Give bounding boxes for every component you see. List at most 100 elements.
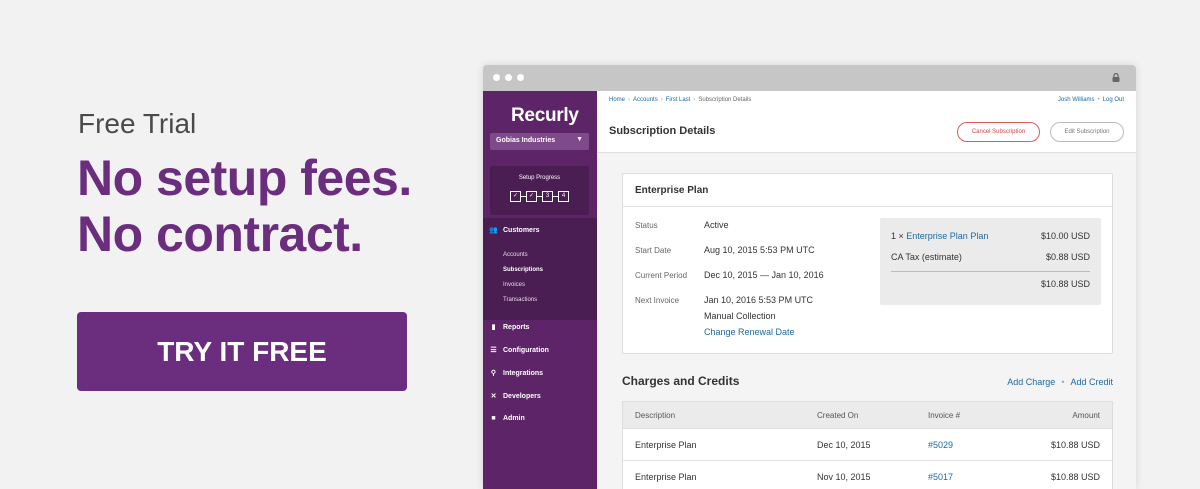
tools-icon: ✕ bbox=[490, 393, 497, 400]
column-header: Invoice # bbox=[928, 411, 961, 420]
charges-title: Charges and Credits bbox=[622, 374, 740, 388]
collection-method: Manual Collection bbox=[704, 311, 776, 321]
top-bar: Home › Accounts › First Last › Subscription De… bbox=[597, 91, 1136, 153]
setup-progress-label: Setup Progress bbox=[518, 175, 561, 181]
cell-description: Enterprise Plan bbox=[635, 440, 697, 450]
summary-row-plan: 1 × Enterprise Plan Plan $10.00 USD bbox=[891, 231, 1090, 241]
subscription-card: Enterprise Plan Status Active Start Date… bbox=[622, 173, 1113, 354]
breadcrumb-current: Subscription Details bbox=[698, 97, 752, 103]
promo-kicker: Free Trial bbox=[78, 108, 197, 139]
breadcrumb-account[interactable]: First Last bbox=[666, 97, 691, 103]
plan-title: Enterprise Plan bbox=[635, 185, 709, 196]
breadcrumb-accounts[interactable]: Accounts bbox=[633, 97, 658, 103]
add-credit-link[interactable]: Add Credit bbox=[1070, 377, 1113, 387]
sidebar-sub-accounts[interactable]: Accounts bbox=[503, 252, 528, 258]
user-menu: Josh Williams • Log Out bbox=[1057, 97, 1124, 103]
sidebar-sub-transactions[interactable]: Transactions bbox=[503, 297, 537, 303]
summary-row-tax: CA Tax (estimate) $0.88 USD bbox=[891, 252, 1090, 262]
window-dot-icon bbox=[505, 74, 512, 81]
status-value: Active bbox=[704, 220, 729, 230]
cell-description: Enterprise Plan bbox=[635, 472, 697, 482]
sidebar-item-label: Customers bbox=[503, 226, 540, 234]
summary-tax-amount: $0.88 USD bbox=[1045, 252, 1090, 262]
summary-qty: 1 × bbox=[891, 231, 904, 241]
user-name-link[interactable]: Josh Williams bbox=[1058, 97, 1095, 103]
breadcrumb-home[interactable]: Home bbox=[609, 97, 625, 103]
sidebar-item-label: Admin bbox=[503, 415, 525, 422]
sidebar-sub-subscriptions[interactable]: Subscriptions bbox=[503, 267, 543, 273]
summary-row-total: $10.88 USD bbox=[891, 279, 1090, 289]
summary-divider bbox=[891, 271, 1090, 272]
add-charge-link[interactable]: Add Charge bbox=[1007, 377, 1055, 387]
lock-icon: ■ bbox=[491, 415, 496, 422]
users-icon: 👥 bbox=[489, 227, 498, 234]
current-period-value: Dec 10, 2015 — Jan 10, 2016 bbox=[704, 270, 824, 280]
cancel-subscription-button[interactable]: Cancel Subscription bbox=[957, 122, 1040, 142]
main-content: Home › Accounts › First Last › Subscription De… bbox=[597, 91, 1136, 489]
page-title: Subscription Details bbox=[609, 125, 716, 137]
change-renewal-date-link[interactable]: Change Renewal Date bbox=[704, 327, 795, 337]
sidebar-item-developers[interactable]: ✕ Developers bbox=[489, 392, 541, 401]
sidebar-item-label: Reports bbox=[503, 323, 530, 331]
browser-window: Recurly Gobias Industries ▼ Setup Progre… bbox=[483, 65, 1136, 489]
cell-amount: $10.88 USD bbox=[1050, 440, 1100, 450]
bar-chart-icon: ▮ bbox=[491, 324, 496, 331]
sidebar-item-label: Developers bbox=[503, 392, 541, 400]
sidebar-item-label: Integrations bbox=[503, 369, 544, 377]
headline-line-1: No setup fees. bbox=[77, 150, 412, 206]
column-header: Created On bbox=[817, 411, 859, 420]
setup-step-1: ✓ bbox=[510, 191, 521, 202]
chevron-down-icon: ▼ bbox=[576, 136, 583, 143]
logout-link[interactable]: Log Out bbox=[1103, 97, 1124, 103]
invoice-link[interactable]: #5017 bbox=[928, 472, 953, 482]
divider bbox=[623, 206, 1112, 207]
charges-actions: Add Charge • Add Credit bbox=[1007, 377, 1113, 387]
sidebar: Recurly Gobias Industries ▼ Setup Progre… bbox=[483, 91, 597, 489]
setup-step-4: 4 bbox=[558, 191, 569, 202]
cell-amount: $10.88 USD bbox=[1050, 472, 1100, 482]
next-invoice-label: Next Invoice bbox=[635, 296, 680, 305]
charges-table: Description Created On Invoice # Amount … bbox=[622, 401, 1113, 489]
setup-progress[interactable]: Setup Progress ✓ ✓ 3 4 bbox=[490, 166, 589, 215]
summary-plan-amount: $10.00 USD bbox=[1040, 231, 1090, 241]
recurly-logo[interactable]: Recurly bbox=[511, 105, 579, 127]
setup-step-2: ✓ bbox=[526, 191, 537, 202]
column-header: Amount bbox=[1072, 411, 1100, 420]
column-header: Description bbox=[635, 411, 676, 420]
plug-icon: ⚲ bbox=[490, 370, 497, 377]
table-header: Description Created On Invoice # Amount bbox=[623, 402, 1112, 429]
sidebar-item-label: Configuration bbox=[503, 346, 549, 354]
org-name: Gobias Industries bbox=[496, 137, 556, 144]
sliders-icon: ☰ bbox=[490, 347, 497, 354]
sidebar-item-admin[interactable]: ■ Admin bbox=[489, 415, 525, 422]
sidebar-item-integrations[interactable]: ⚲ Integrations bbox=[489, 369, 544, 378]
promo-headline: No setup fees. No contract. bbox=[77, 150, 412, 262]
breadcrumb: Home › Accounts › First Last › Subscription De… bbox=[609, 97, 752, 103]
cell-created-on: Nov 10, 2015 bbox=[817, 472, 871, 482]
sidebar-item-customers[interactable]: 👥 Customers bbox=[489, 226, 540, 235]
summary-plan-link[interactable]: Enterprise Plan Plan bbox=[906, 231, 988, 241]
table-row[interactable]: Enterprise Plan Dec 10, 2015 #5029 $10.8… bbox=[623, 429, 1112, 461]
edit-subscription-button[interactable]: Edit Subscription bbox=[1050, 122, 1124, 142]
next-invoice-value: Jan 10, 2016 5:53 PM UTC bbox=[704, 295, 814, 305]
sidebar-sub-invoices[interactable]: Invoices bbox=[503, 282, 525, 288]
invoice-summary: 1 × Enterprise Plan Plan $10.00 USD CA T… bbox=[880, 218, 1101, 305]
try-it-free-button[interactable]: TRY IT FREE bbox=[77, 312, 407, 391]
lock-icon bbox=[1112, 73, 1120, 82]
start-date-value: Aug 10, 2015 5:53 PM UTC bbox=[704, 245, 815, 255]
headline-line-2: No contract. bbox=[77, 206, 363, 262]
window-dot-icon bbox=[517, 74, 524, 81]
browser-chrome bbox=[483, 65, 1136, 91]
start-date-label: Start Date bbox=[635, 246, 672, 255]
summary-total: $10.88 USD bbox=[1040, 279, 1090, 289]
invoice-link[interactable]: #5029 bbox=[928, 440, 953, 450]
org-selector[interactable]: Gobias Industries ▼ bbox=[490, 133, 589, 150]
setup-step-3: 3 bbox=[542, 191, 553, 202]
table-row[interactable]: Enterprise Plan Nov 10, 2015 #5017 $10.8… bbox=[623, 461, 1112, 489]
sidebar-item-reports[interactable]: ▮ Reports bbox=[489, 323, 530, 332]
cell-created-on: Dec 10, 2015 bbox=[817, 440, 871, 450]
sidebar-item-configuration[interactable]: ☰ Configuration bbox=[489, 346, 549, 355]
status-label: Status bbox=[635, 221, 658, 230]
current-period-label: Current Period bbox=[635, 271, 688, 280]
window-dot-icon bbox=[493, 74, 500, 81]
